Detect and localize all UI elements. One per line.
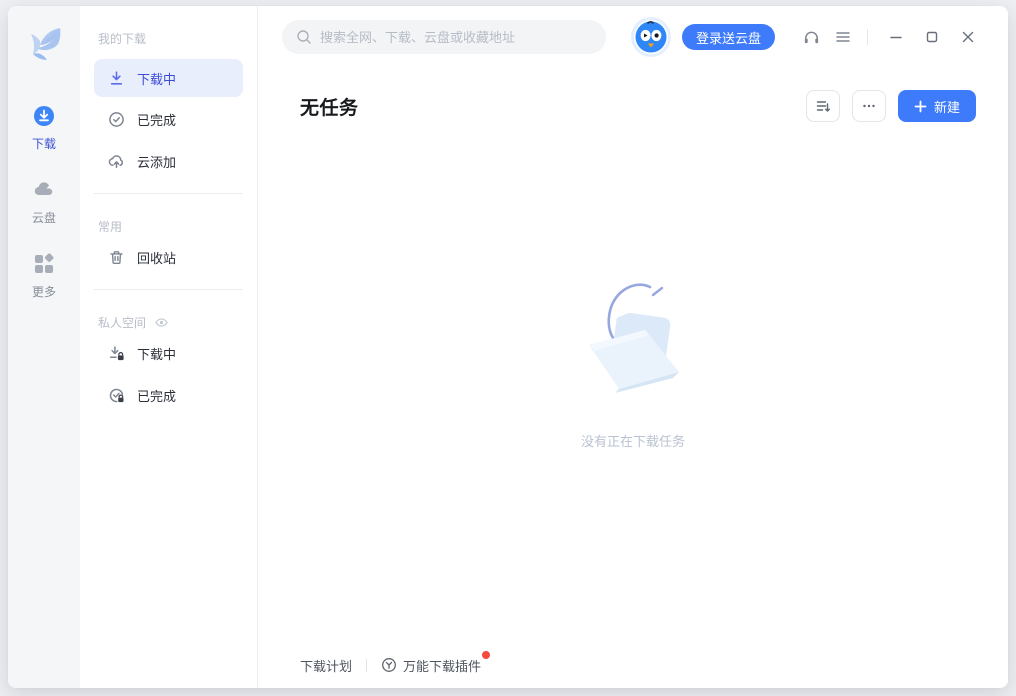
grid-more-icon	[32, 252, 56, 276]
menu-icon[interactable]	[827, 21, 859, 53]
download-plan-label: 下载计划	[300, 656, 352, 675]
sidebar-item-downloading[interactable]: 下载中	[94, 59, 243, 97]
cloud-icon	[32, 178, 56, 202]
sidebar-item-recycle-bin[interactable]: 回收站	[94, 237, 243, 277]
headset-icon[interactable]	[795, 21, 827, 53]
rail-item-label: 下载	[32, 135, 56, 152]
left-rail: 下载 云盘 更多	[8, 6, 80, 688]
xunlei-logo-icon	[20, 20, 68, 72]
penguin-avatar[interactable]	[634, 20, 668, 54]
sidebar-item-label: 回收站	[137, 248, 176, 267]
empty-state-text: 没有正在下载任务	[581, 431, 685, 450]
universal-plugin-label: 万能下载插件	[403, 656, 481, 675]
topbar: 登录送云盘	[258, 6, 1008, 68]
topbar-right: 登录送云盘	[634, 20, 984, 54]
sidebar-divider	[94, 289, 243, 290]
sidebar-item-label: 已完成	[137, 386, 176, 405]
sidebar-item-label: 下载中	[137, 69, 176, 88]
sidebar-item-private-downloading[interactable]: 下载中	[94, 333, 243, 373]
check-lock-icon	[108, 387, 125, 404]
close-button[interactable]	[952, 21, 984, 53]
rail-item-cloud-drive[interactable]: 云盘	[32, 178, 56, 226]
eye-icon[interactable]	[154, 315, 169, 330]
sidebar-item-cloud-add[interactable]: 云添加	[94, 141, 243, 181]
bottom-bar-separator	[366, 659, 367, 672]
minimize-button[interactable]	[880, 21, 912, 53]
trash-icon	[108, 249, 125, 266]
bottom-bar: 下载计划 万能下载插件	[258, 642, 1008, 688]
sidebar-section-header: 常用	[98, 218, 239, 235]
sidebar-item-label: 云添加	[137, 152, 176, 171]
sidebar-item-private-completed[interactable]: 已完成	[94, 375, 243, 415]
section-header-label: 常用	[98, 218, 122, 235]
maximize-button[interactable]	[916, 21, 948, 53]
plugin-icon	[381, 657, 397, 673]
sidebar-section-header-private: 私人空间	[98, 314, 239, 331]
empty-state: 没有正在下载任务	[258, 82, 1008, 642]
check-circle-icon	[108, 111, 125, 128]
app-window: 下载 云盘 更多 我的下载	[8, 6, 1008, 688]
login-button[interactable]: 登录送云盘	[682, 24, 775, 50]
topbar-separator	[867, 29, 868, 45]
universal-plugin-link[interactable]: 万能下载插件	[381, 656, 481, 675]
section-header-label: 我的下载	[98, 30, 146, 47]
section-header-label: 私人空间	[98, 314, 146, 331]
sidebar: 我的下载 下载中 已完成	[80, 6, 258, 688]
download-lock-icon	[108, 345, 125, 362]
sidebar-item-completed[interactable]: 已完成	[94, 99, 243, 139]
download-plan-link[interactable]: 下载计划	[300, 656, 352, 675]
rail-item-more[interactable]: 更多	[32, 252, 56, 300]
search-input[interactable]	[320, 30, 592, 45]
search-icon	[296, 29, 312, 45]
sidebar-section-header: 我的下载	[98, 30, 239, 47]
rail-item-label: 云盘	[32, 209, 56, 226]
empty-folder-illustration	[553, 275, 713, 405]
main-area: 登录送云盘	[258, 6, 1008, 688]
sidebar-item-label: 下载中	[137, 344, 176, 363]
cloud-add-icon	[108, 153, 125, 170]
download-circle-icon	[32, 104, 56, 128]
sidebar-divider	[94, 193, 243, 194]
search-bar[interactable]	[282, 20, 606, 54]
rail-item-download[interactable]: 下载	[32, 104, 56, 152]
notification-badge	[482, 651, 490, 659]
downloading-icon	[108, 70, 125, 87]
sidebar-item-label: 已完成	[137, 110, 176, 129]
rail-item-label: 更多	[32, 283, 56, 300]
